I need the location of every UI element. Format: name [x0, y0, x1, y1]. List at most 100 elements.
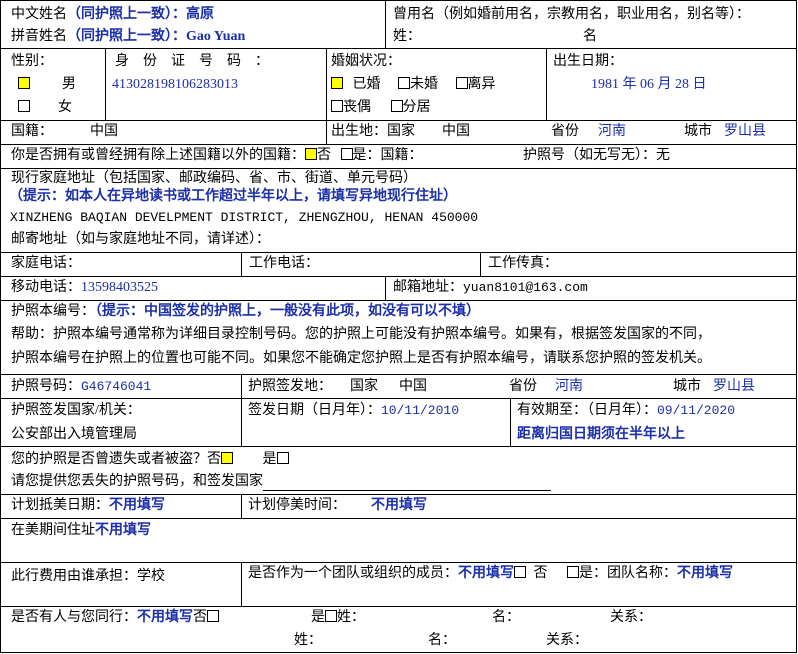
divorced-checkbox[interactable]	[455, 77, 468, 89]
group-label: 是否作为一个团队或组织的成员：	[248, 566, 458, 581]
id-number-label: 身 份 证 号 码 ：	[115, 54, 269, 69]
birth-city-label: 城市	[684, 124, 712, 139]
pinyin-name-label: 拼音姓名	[11, 29, 67, 44]
mobile-label: 移动电话：	[11, 280, 81, 295]
issue-city-label: 城市	[673, 379, 701, 394]
cell-gender: 性别： 男 女	[0, 49, 105, 120]
companion-value[interactable]: 不用填写	[137, 610, 193, 625]
row-passport-book: 护照本编号：（提示：中国签发的护照上，一般没有此项，如没有可以不填） 帮助：护照…	[0, 300, 797, 374]
companion2-surname-label[interactable]: 姓：	[294, 632, 322, 650]
cell-companions: 是否有人与您同行：不用填写否 是姓： 名： 关系： 姓： 名： 关系：	[0, 607, 797, 652]
arrival-value[interactable]: 不用填写	[109, 498, 165, 513]
mobile-value[interactable]: 13598403525	[81, 280, 158, 295]
row-lost-passport: 您的护照是否曾遗失或者被盗？否 是 请您提供您丢失的护照号码，和签发国家	[0, 446, 797, 494]
cell-address: 现行家庭地址（包括国家、邮政编码、省、市、街道、单元号码） （提示：如本人在异地…	[0, 169, 797, 252]
mailing-address-label[interactable]: 邮寄地址（如与家庭地址不同，请详述）：	[11, 231, 270, 249]
row-mobile-email: 移动电话：13598403525 邮箱地址：yuan8101@163.com	[0, 276, 797, 300]
issue-province-value[interactable]: 河南	[555, 378, 583, 396]
other-passport-no-label[interactable]: 护照号（如无写无）：无	[523, 147, 670, 165]
issue-date-value[interactable]: 10/11/2010	[381, 403, 459, 418]
work-phone-label[interactable]: 工作电话：	[249, 255, 319, 273]
home-address-value[interactable]: XINZHENG BAQIAN DEVELPMENT DISTRICT, ZHE…	[10, 209, 478, 227]
companion-yes-checkbox[interactable]	[325, 610, 337, 622]
authority-label: 护照签发国家/机关：	[11, 403, 141, 418]
email-value[interactable]: yuan8101@163.com	[463, 280, 588, 295]
lost-no-checkbox[interactable]	[221, 452, 233, 464]
group-name-value[interactable]: 不用填写	[677, 566, 733, 581]
pinyin-name-value[interactable]: Gao Yuan	[186, 29, 245, 44]
female-label: 女	[58, 100, 72, 115]
lost-yes-checkbox[interactable]	[276, 452, 289, 464]
other-nationality-no-checkbox[interactable]	[305, 148, 317, 160]
dob-value[interactable]: 1981 年 06 月 28 日	[591, 76, 707, 94]
other-nationality-yes-label: 是：国籍：	[352, 148, 423, 163]
cell-mobile: 移动电话：13598403525	[0, 277, 385, 300]
arrival-label: 计划抵美日期：	[11, 498, 109, 513]
authority-value[interactable]: 公安部出入境管理局	[11, 426, 137, 444]
birth-province-value[interactable]: 河南	[598, 123, 626, 141]
nationality-value[interactable]: 中国	[90, 123, 118, 141]
expiry-value[interactable]: 09/11/2020	[657, 403, 735, 418]
cell-email: 邮箱地址：yuan8101@163.com	[385, 277, 797, 300]
unmarried-checkbox[interactable]	[398, 77, 410, 89]
companion-given-label[interactable]: 名：	[492, 609, 520, 627]
group-no-label: 否	[533, 566, 548, 581]
companion-label: 是否有人与您同行：	[11, 610, 137, 625]
nationality-label: 国籍：	[11, 124, 53, 139]
row-passport-dates: 护照签发国家/机关： 公安部出入境管理局 签发日期（日月年）：10/11/201…	[0, 398, 797, 446]
group-value[interactable]: 不用填写	[458, 566, 514, 581]
us-address-label: 在美期间住址	[11, 523, 95, 538]
cell-group: 是否作为一个团队或组织的成员：不用填写 否 是：团队名称：不用填写	[241, 563, 797, 606]
passport-book-help-2: 护照本编号在护照上的位置也可能不同。如果您不能确定您护照上是否有护照本编号，请联…	[11, 351, 711, 366]
us-address-value[interactable]: 不用填写	[95, 523, 151, 538]
work-fax-label[interactable]: 工作传真：	[488, 255, 558, 273]
widowed-checkbox[interactable]	[331, 100, 343, 112]
lost-detail-input[interactable]	[263, 476, 551, 491]
cell-used-name: 曾用名（例如婚前用名，宗教用名，职业用名，别名等）： 姓： 名	[385, 1, 797, 48]
companion2-relation-label[interactable]: 关系：	[546, 632, 588, 650]
cell-lost-passport: 您的护照是否曾遗失或者被盗？否 是 请您提供您丢失的护照号码，和签发国家	[0, 447, 797, 494]
row-nationality: 国籍： 中国 出生地：国家 中国 省份 河南 城市 罗山县	[0, 120, 797, 144]
male-checkbox[interactable]	[18, 77, 30, 89]
passport-book-hint: （提示：中国签发的护照上，一般没有此项，如没有可以不填）	[95, 304, 480, 319]
cell-birthplace: 出生地：国家 中国 省份 河南 城市 罗山县	[326, 121, 797, 144]
married-checkbox[interactable]	[331, 77, 343, 89]
passport-number-value[interactable]: G46746041	[81, 379, 151, 394]
row-personal: 性别： 男 女 身 份 证 号 码 ： 413028198106283013 婚…	[0, 48, 797, 120]
used-name-label: 曾用名（例如婚前用名，宗教用名，职业用名，别名等）：	[393, 7, 750, 22]
companion-no-checkbox[interactable]	[207, 610, 219, 622]
stay-label: 计划停美时间：	[248, 498, 346, 513]
issue-city-value[interactable]: 罗山县	[713, 378, 755, 396]
companion-relation-label[interactable]: 关系：	[610, 609, 652, 627]
cell-issue-date: 签发日期（日月年）：10/11/2010	[241, 399, 510, 446]
passport-book-help-1: 帮助：护照本编号通常称为详细目录控制号码。您的护照上可能没有护照本编号。如果有，…	[11, 327, 711, 342]
companion2-given-label[interactable]: 名：	[428, 632, 456, 650]
gender-label: 性别：	[11, 54, 53, 69]
row-passport-number: 护照号码：G46746041 护照签发地： 国家 中国 省份 河南 城市 罗山县	[0, 374, 797, 398]
expiry-note: 距离归国日期须在半年以上	[517, 427, 685, 442]
married-label: 已婚	[352, 77, 381, 92]
row-address: 现行家庭地址（包括国家、邮政编码、省、市、街道、单元号码） （提示：如本人在异地…	[0, 168, 797, 252]
issue-country-value[interactable]: 中国	[399, 378, 427, 396]
group-yes-checkbox[interactable]	[567, 566, 579, 578]
id-number-value[interactable]: 413028198106283013	[112, 76, 238, 94]
used-surname-label[interactable]: 姓：	[393, 28, 421, 46]
home-phone-label[interactable]: 家庭电话：	[11, 255, 81, 273]
birth-country-value[interactable]: 中国	[442, 123, 470, 141]
female-checkbox[interactable]	[18, 100, 30, 112]
payer-label[interactable]: 此行费用由谁承担：学校	[11, 568, 165, 586]
unmarried-label: 未婚	[410, 77, 438, 92]
used-given-label[interactable]: 名	[583, 28, 597, 46]
group-no-checkbox[interactable]	[514, 566, 526, 578]
birth-city-value[interactable]: 罗山县	[724, 123, 766, 141]
male-label: 男	[62, 77, 76, 92]
separated-checkbox[interactable]	[390, 100, 403, 112]
cell-stay: 计划停美时间： 不用填写	[241, 495, 797, 518]
companion-no-label: 否	[193, 610, 207, 625]
cell-issue-place: 护照签发地： 国家 中国 省份 河南 城市 罗山县	[241, 375, 797, 398]
chinese-name-value[interactable]: 高原	[186, 7, 214, 22]
stay-value[interactable]: 不用填写	[371, 497, 427, 515]
other-nationality-no-label: 否	[317, 148, 331, 163]
cell-nationality: 国籍： 中国	[0, 121, 326, 144]
other-nationality-yes-checkbox[interactable]	[340, 148, 353, 160]
